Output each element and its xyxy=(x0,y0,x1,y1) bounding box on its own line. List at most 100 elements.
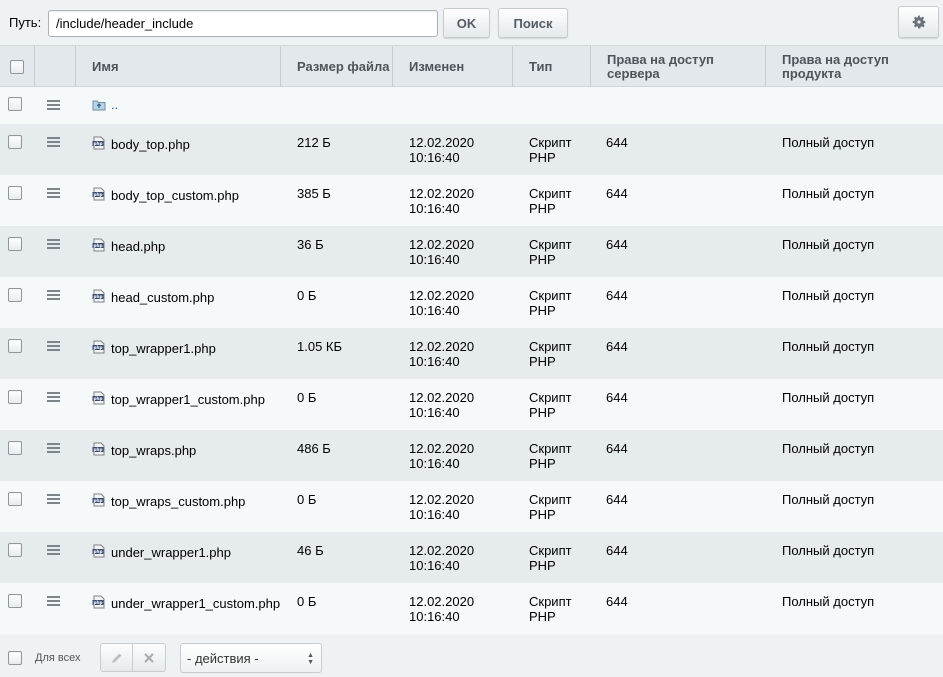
file-type: Скрипт xyxy=(529,543,572,558)
search-button[interactable]: Поиск xyxy=(498,8,568,38)
hamburger-icon[interactable] xyxy=(47,443,60,453)
svg-text:php: php xyxy=(94,141,103,146)
path-input[interactable] xyxy=(48,10,438,37)
table-row[interactable]: php top_wraps_custom.php 0 Б 12.02.2020 … xyxy=(0,481,943,532)
file-type-ext: PHP xyxy=(529,201,556,216)
row-checkbox[interactable] xyxy=(8,543,22,557)
file-date: 12.02.2020 xyxy=(409,441,475,456)
php-file-icon: php xyxy=(92,391,105,405)
hamburger-icon[interactable] xyxy=(47,239,60,249)
file-date: 12.02.2020 xyxy=(409,288,475,303)
header-server-rights[interactable]: Права на доступ сервера xyxy=(591,46,766,87)
table-row[interactable]: php top_wraps.php 486 Б 12.02.2020 10:16… xyxy=(0,430,943,481)
svg-text:php: php xyxy=(94,192,103,197)
server-rights: 644 xyxy=(606,186,628,201)
hamburger-icon[interactable] xyxy=(47,100,60,110)
hamburger-icon[interactable] xyxy=(47,596,60,606)
php-file-icon: php xyxy=(92,136,105,150)
svg-text:php: php xyxy=(94,294,103,299)
file-type: Скрипт xyxy=(529,288,572,303)
row-checkbox[interactable] xyxy=(8,288,22,302)
file-size: 36 Б xyxy=(297,237,324,252)
file-name[interactable]: top_wrapper1.php xyxy=(111,341,216,356)
folder-up-icon xyxy=(92,100,106,111)
row-checkbox[interactable] xyxy=(8,97,22,111)
parent-link[interactable]: .. xyxy=(111,97,118,112)
edit-button[interactable] xyxy=(101,644,133,671)
file-size: 212 Б xyxy=(297,135,331,150)
select-arrows-icon: ▲ ▼ xyxy=(307,652,314,666)
file-time: 10:16:40 xyxy=(409,507,460,522)
server-rights: 644 xyxy=(606,339,628,354)
product-rights: Полный доступ xyxy=(782,288,875,303)
hamburger-icon[interactable] xyxy=(47,137,60,147)
row-checkbox[interactable] xyxy=(8,441,22,455)
table-row[interactable]: php body_top_custom.php 385 Б 12.02.2020… xyxy=(0,175,943,226)
hamburger-icon[interactable] xyxy=(47,392,60,402)
delete-button[interactable] xyxy=(133,644,165,671)
file-type-ext: PHP xyxy=(529,558,556,573)
file-name[interactable]: under_wrapper1.php xyxy=(111,545,231,560)
ok-button[interactable]: OK xyxy=(443,8,490,38)
table-row[interactable]: php head.php 36 Б 12.02.2020 10:16:40 Ск… xyxy=(0,226,943,277)
row-checkbox[interactable] xyxy=(8,492,22,506)
file-time: 10:16:40 xyxy=(409,303,460,318)
svg-text:php: php xyxy=(94,498,103,503)
table-row[interactable]: php under_wrapper1.php 46 Б 12.02.2020 1… xyxy=(0,532,943,583)
row-checkbox[interactable] xyxy=(8,390,22,404)
file-name[interactable]: top_wrapper1_custom.php xyxy=(111,392,265,407)
row-checkbox[interactable] xyxy=(8,186,22,200)
php-file-icon: php xyxy=(92,595,105,609)
header-product-rights[interactable]: Права на доступ продукта xyxy=(766,46,943,87)
table-row[interactable]: php under_wrapper1_custom.php 0 Б 12.02.… xyxy=(0,583,943,634)
header-type[interactable]: Тип xyxy=(513,46,591,87)
server-rights: 644 xyxy=(606,288,628,303)
file-name[interactable]: head_custom.php xyxy=(111,290,214,305)
parent-row[interactable]: .. xyxy=(0,87,943,124)
table-row[interactable]: php head_custom.php 0 Б 12.02.2020 10:16… xyxy=(0,277,943,328)
table-row[interactable]: php top_wrapper1_custom.php 0 Б 12.02.20… xyxy=(0,379,943,430)
table-row[interactable]: php top_wrapper1.php 1.05 КБ 12.02.2020 … xyxy=(0,328,943,379)
file-name[interactable]: under_wrapper1_custom.php xyxy=(111,596,280,611)
file-date: 12.02.2020 xyxy=(409,543,475,558)
product-rights: Полный доступ xyxy=(782,492,875,507)
header-name[interactable]: Имя xyxy=(76,46,281,87)
hamburger-icon[interactable] xyxy=(47,341,60,351)
settings-button[interactable] xyxy=(898,6,939,38)
php-file-icon: php xyxy=(92,544,105,558)
header-size[interactable]: Размер файла xyxy=(281,46,393,87)
file-time: 10:16:40 xyxy=(409,609,460,624)
server-rights: 644 xyxy=(606,594,628,609)
table-row[interactable]: php body_top.php 212 Б 12.02.2020 10:16:… xyxy=(0,124,943,175)
row-checkbox[interactable] xyxy=(8,339,22,353)
file-type-ext: PHP xyxy=(529,405,556,420)
file-name[interactable]: top_wraps_custom.php xyxy=(111,494,245,509)
actions-select-value: - действия - xyxy=(187,650,259,666)
file-date: 12.02.2020 xyxy=(409,594,475,609)
file-name[interactable]: head.php xyxy=(111,239,165,254)
file-type: Скрипт xyxy=(529,237,572,252)
select-all-checkbox[interactable] xyxy=(10,59,24,74)
actions-select[interactable]: - действия - ▲ ▼ xyxy=(180,643,322,673)
hamburger-icon[interactable] xyxy=(47,188,60,198)
file-name[interactable]: body_top.php xyxy=(111,137,190,152)
svg-text:php: php xyxy=(94,396,103,401)
product-rights: Полный доступ xyxy=(782,441,875,456)
header-menu-cell xyxy=(35,46,76,87)
hamburger-icon[interactable] xyxy=(47,290,60,300)
file-size: 486 Б xyxy=(297,441,331,456)
svg-text:php: php xyxy=(94,243,103,248)
hamburger-icon[interactable] xyxy=(47,494,60,504)
row-checkbox[interactable] xyxy=(8,594,22,608)
file-size: 0 Б xyxy=(297,594,317,609)
file-type-ext: PHP xyxy=(529,252,556,267)
file-name[interactable]: body_top_custom.php xyxy=(111,188,239,203)
file-name[interactable]: top_wraps.php xyxy=(111,443,196,458)
file-date: 12.02.2020 xyxy=(409,135,475,150)
row-checkbox[interactable] xyxy=(8,237,22,251)
row-checkbox[interactable] xyxy=(8,135,22,149)
hamburger-icon[interactable] xyxy=(47,545,60,555)
for-all-checkbox[interactable] xyxy=(8,651,22,665)
header-modified[interactable]: Изменен xyxy=(393,46,513,87)
file-date: 12.02.2020 xyxy=(409,237,475,252)
